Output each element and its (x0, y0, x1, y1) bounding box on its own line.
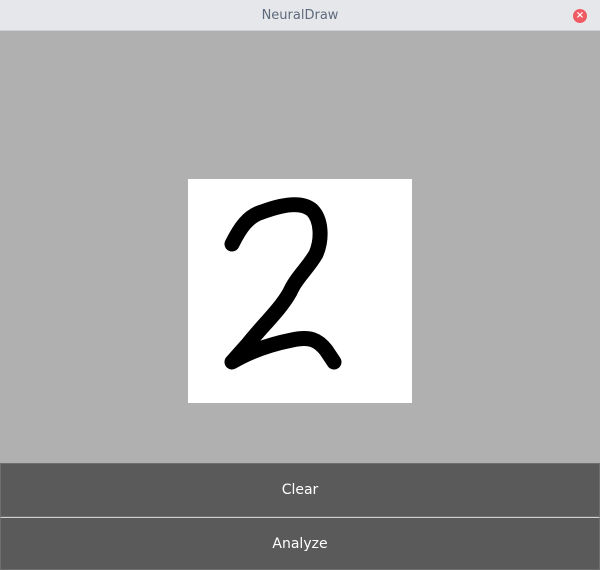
handwritten-digit-stroke (224, 197, 342, 370)
close-icon[interactable]: × (573, 9, 587, 23)
drawing-canvas[interactable] (188, 179, 412, 403)
analyze-button[interactable]: Analyze (0, 517, 600, 570)
title-bar: NeuralDraw × (0, 0, 600, 31)
window-title: NeuralDraw (261, 8, 339, 23)
clear-button[interactable]: Clear (0, 463, 600, 517)
